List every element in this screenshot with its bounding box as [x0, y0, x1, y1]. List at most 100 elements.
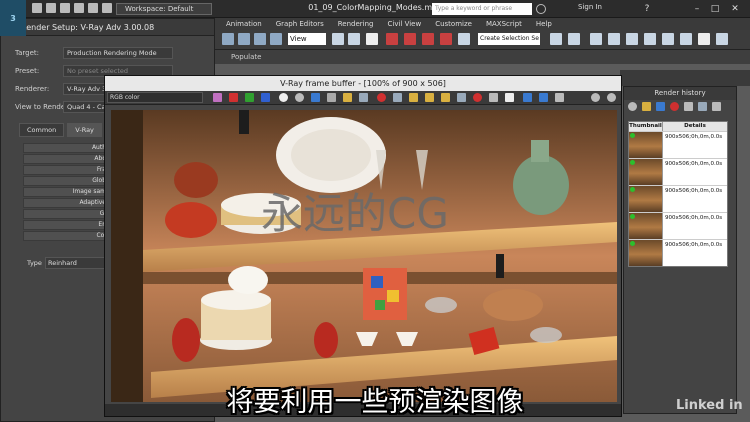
save-icon[interactable]	[656, 102, 665, 111]
info-icon[interactable]	[489, 93, 498, 102]
history-row[interactable]: 900x506;0h,0m,0.0s	[629, 158, 727, 185]
populate-ribbon[interactable]: Populate	[215, 50, 750, 64]
graphite-toolbar-icon[interactable]	[608, 33, 620, 45]
rollout-authorization[interactable]: Auth	[23, 143, 111, 153]
search-input[interactable]: Type a keyword or phrase	[432, 3, 532, 15]
lock-icon[interactable]	[425, 93, 434, 102]
linkedin-watermark: Linked in	[676, 398, 743, 413]
navigate-icon[interactable]	[505, 93, 514, 102]
rect-selection-icon[interactable]	[254, 33, 266, 45]
rendered-image[interactable]: 永远的CG	[111, 110, 617, 402]
snaps-toggle-icon[interactable]	[386, 33, 398, 45]
rollout-image-sampler[interactable]: Image sam	[23, 187, 111, 197]
close-icon[interactable]: ✕	[728, 2, 742, 16]
app-logo-icon[interactable]: 3	[0, 0, 26, 36]
maximize-icon[interactable]: □	[708, 2, 722, 16]
history-details: 900x506;0h,0m,0.0s	[665, 188, 723, 194]
select-manipulate-icon[interactable]	[348, 33, 360, 45]
stop-render-icon[interactable]	[473, 93, 482, 102]
undistort-icon[interactable]	[441, 93, 450, 102]
history-row[interactable]: 900x506;0h,0m,0.0s	[629, 131, 727, 158]
rollout-about[interactable]: Abo	[23, 154, 111, 164]
channel-select[interactable]: RGB color	[107, 92, 203, 103]
blue-channel-icon[interactable]	[261, 93, 270, 102]
render-history-icon[interactable]	[523, 93, 532, 102]
shelf-render-scene: 永远的CG	[111, 110, 617, 402]
rollout-environment[interactable]: En	[23, 220, 111, 230]
minimize-icon[interactable]: –	[690, 2, 704, 16]
history-thumbnail	[629, 159, 663, 185]
menu-maxscript[interactable]: MAXScript	[486, 20, 522, 28]
green-channel-icon[interactable]	[245, 93, 254, 102]
color-picker-icon[interactable]	[213, 93, 222, 102]
open-folder-icon[interactable]	[642, 102, 651, 111]
layer-manager-icon[interactable]	[590, 33, 602, 45]
settings-icon[interactable]	[712, 102, 721, 111]
save-image-icon[interactable]	[311, 93, 320, 102]
load-image-icon[interactable]	[327, 93, 336, 102]
color-mapping-type-select[interactable]: Reinhard	[45, 257, 109, 269]
menu-rendering[interactable]: Rendering	[338, 20, 374, 28]
mirror-icon[interactable]	[550, 33, 562, 45]
menu-animation[interactable]: Animation	[226, 20, 262, 28]
clear-image-icon[interactable]	[343, 93, 352, 102]
history-details: 900x506;0h,0m,0.0s	[665, 134, 723, 140]
search-icon[interactable]	[536, 4, 546, 14]
red-channel-icon[interactable]	[229, 93, 238, 102]
percent-snap-icon[interactable]	[422, 33, 434, 45]
history-row[interactable]: 900x506;0h,0m,0.0s	[629, 185, 727, 212]
spinner-snap-icon[interactable]	[440, 33, 452, 45]
rollout-global-dmc[interactable]: Gl	[23, 209, 111, 219]
render-setup-icon[interactable]	[680, 33, 692, 45]
mono-channel-icon[interactable]	[295, 93, 304, 102]
follow-mouse-icon[interactable]	[457, 93, 466, 102]
reference-coordinate-select[interactable]: View	[288, 33, 326, 45]
compare-icon[interactable]	[698, 102, 707, 111]
rollout-frame-buffer[interactable]: Fra	[23, 165, 111, 175]
menu-help[interactable]: Help	[536, 20, 552, 28]
display-correction-icon[interactable]	[555, 93, 564, 102]
sign-in-button[interactable]: Sign In	[578, 3, 602, 11]
rollout-adaptive[interactable]: Adaptive	[23, 198, 111, 208]
region-render-icon[interactable]	[393, 93, 402, 102]
track-mouse-icon[interactable]	[377, 93, 386, 102]
render-last-icon[interactable]	[409, 93, 418, 102]
color-mapping-type-label: Type	[27, 259, 42, 267]
schematic-view-icon[interactable]	[644, 33, 656, 45]
target-label: Target:	[15, 49, 40, 57]
material-editor-icon[interactable]	[662, 33, 674, 45]
rollout-global-switches[interactable]: Glob	[23, 176, 111, 186]
load-icon[interactable]	[684, 102, 693, 111]
color-correction-icon[interactable]	[539, 93, 548, 102]
render-production-icon[interactable]	[716, 33, 728, 45]
alpha-channel-icon[interactable]	[279, 93, 288, 102]
align-icon[interactable]	[568, 33, 580, 45]
tab-vray[interactable]: V-Ray	[67, 123, 102, 137]
lens-effects-icon[interactable]	[591, 93, 600, 102]
rollout-color-mapping[interactable]: Col	[23, 231, 111, 241]
power-icon[interactable]	[628, 102, 637, 111]
angle-snap-icon[interactable]	[404, 33, 416, 45]
history-row[interactable]: 900x506;0h,0m,0.0s	[629, 212, 727, 239]
history-details: 900x506;0h,0m,0.0s	[665, 161, 723, 167]
rendered-frame-window-icon[interactable]	[698, 33, 710, 45]
target-select[interactable]: Production Rendering Mode	[63, 47, 173, 59]
tab-common[interactable]: Common	[19, 123, 65, 137]
menu-civil-view[interactable]: Civil View	[388, 20, 422, 28]
duplicate-to-max-fb-icon[interactable]	[359, 93, 368, 102]
stamp-icon[interactable]	[607, 93, 616, 102]
keyboard-shortcut-icon[interactable]	[366, 33, 378, 45]
delete-icon[interactable]	[670, 102, 679, 111]
pivot-icon[interactable]	[332, 33, 344, 45]
menu-customize[interactable]: Customize	[435, 20, 472, 28]
render-setup-title: Render Setup: V-Ray Adv 3.00.08	[1, 19, 214, 36]
named-selection-set-select[interactable]: Create Selection Se	[478, 33, 540, 45]
edit-named-selection-icon[interactable]	[458, 33, 470, 45]
select-object-icon[interactable]	[222, 33, 234, 45]
history-row[interactable]: 900x506;0h,0m,0.0s	[629, 239, 727, 266]
menu-graph-editors[interactable]: Graph Editors	[276, 20, 324, 28]
select-by-name-icon[interactable]	[238, 33, 250, 45]
help-icon[interactable]: ?	[640, 2, 654, 16]
window-crossing-icon[interactable]	[270, 33, 282, 45]
curve-editor-icon[interactable]	[626, 33, 638, 45]
